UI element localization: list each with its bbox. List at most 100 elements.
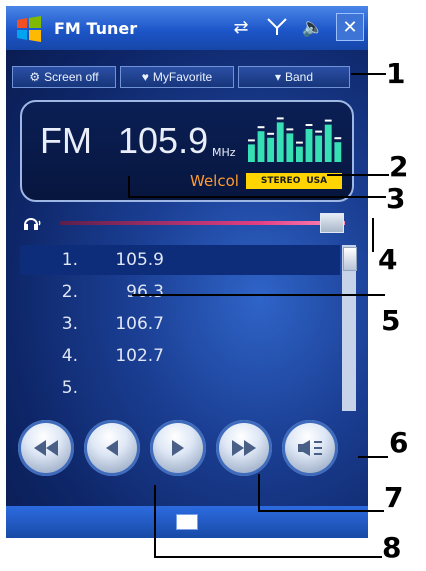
callout-line-2 [327, 174, 389, 176]
spectrum-bar [267, 137, 275, 162]
callout-line-1 [351, 73, 386, 75]
title-bar-icons: ⇄ 🔈 ✕ [228, 13, 364, 41]
prev-icon [106, 440, 118, 456]
band-label: FM [40, 120, 92, 161]
next-icon [172, 440, 184, 456]
frequency-value: 105.9 [118, 120, 209, 161]
callout-1: 1 [386, 57, 406, 90]
spectrum-peak [305, 124, 313, 126]
station-frequency: 96.3 [126, 282, 164, 302]
band-button[interactable]: ▾ Band [238, 66, 350, 88]
callout-line-5 [132, 294, 385, 296]
spectrum-peak [248, 139, 255, 142]
station-frequency: 102.7 [115, 346, 164, 366]
station-number: 4. [61, 346, 78, 366]
callout-line-3b [128, 196, 386, 198]
spectrum-bar [324, 124, 332, 162]
station-list-item[interactable]: 1. 105.9 [20, 245, 340, 275]
fast-forward-button[interactable] [216, 420, 272, 476]
rewind-button[interactable] [18, 420, 74, 476]
station-list-item[interactable]: 5. [20, 373, 340, 403]
spectrum-bar [257, 131, 265, 162]
station-number: 5. [61, 378, 78, 398]
station-list-item[interactable]: 3. 106.7 [20, 309, 340, 339]
station-frequency: 106.7 [115, 314, 164, 334]
station-list: 1. 105.9 2. 96.3 3. 106.7 4. 102.7 5. [20, 245, 340, 405]
station-list-item[interactable]: 2. 96.3 [20, 277, 340, 307]
volume-slider[interactable] [60, 221, 345, 225]
callout-5: 5 [381, 304, 401, 337]
spectrum-peak [296, 141, 303, 144]
fast-forward-icon [232, 440, 256, 456]
volume-thumb[interactable] [319, 213, 344, 233]
scroll-thumb[interactable] [343, 247, 357, 271]
station-number: 2. [61, 282, 78, 302]
band-label: Band [285, 70, 314, 84]
spectrum-peak [286, 128, 294, 131]
speaker-icon[interactable]: 🔈 [300, 13, 326, 41]
prev-button[interactable] [84, 420, 140, 476]
callout-line-7b [258, 510, 384, 512]
close-icon: ✕ [342, 16, 358, 38]
spectrum-bar [334, 142, 342, 162]
callout-line-7a [258, 474, 260, 512]
callout-8: 8 [382, 531, 402, 564]
spectrum-peak [267, 132, 275, 135]
signal-icon[interactable] [264, 13, 290, 41]
spectrum-peak [324, 119, 332, 122]
sync-icon[interactable]: ⇄ [228, 13, 254, 41]
playback-controls [18, 420, 368, 488]
spectrum-bar [248, 144, 255, 162]
station-list-item[interactable]: 4. 102.7 [20, 341, 340, 371]
spectrum-peak [276, 117, 284, 120]
station-number: 3. [61, 314, 78, 334]
callout-line-4 [372, 218, 374, 252]
callout-line-6 [358, 456, 388, 458]
spectrum-peak [257, 126, 265, 129]
callout-7: 7 [384, 481, 404, 514]
callout-3: 3 [386, 182, 406, 215]
screen-off-button[interactable]: ⚙ Screen off [12, 66, 116, 88]
frequency-display: FM 105.9 MHz Welcol STEREO USA [20, 100, 354, 202]
spectrum-bar [315, 135, 323, 162]
callout-line-8a [154, 485, 156, 558]
spectrum-bar [296, 146, 303, 162]
menu-bar: ⚙ Screen off ♥ MyFavorite ▾ Band [12, 66, 357, 90]
list-scrollbar[interactable] [342, 245, 357, 411]
callout-6: 6 [389, 426, 409, 459]
station-number: 1. [61, 250, 78, 270]
app-title: FM Tuner [54, 18, 138, 38]
chevron-down-icon: ▾ [274, 70, 281, 84]
spectrum-meter [248, 117, 342, 162]
favorite-label: MyFavorite [152, 70, 213, 84]
device: FM Tuner ⇄ 🔈 ✕ ⚙ Screen off ♥ MyFavorite… [0, 0, 426, 571]
screen: FM Tuner ⇄ 🔈 ✕ ⚙ Screen off ♥ MyFavorite… [6, 6, 368, 538]
next-button[interactable] [150, 420, 206, 476]
screen-off-label: Screen off [44, 70, 99, 84]
mute-button[interactable] [282, 420, 338, 476]
title-bar: FM Tuner ⇄ 🔈 ✕ [6, 6, 368, 50]
gear-icon: ⚙ [29, 70, 41, 84]
callout-line-8b [154, 556, 382, 558]
stereo-label: STEREO [260, 176, 301, 186]
rds-text: Welcol [190, 172, 239, 190]
region-label: USA [306, 176, 328, 186]
volume-row [20, 212, 365, 234]
frequency-unit: MHz [212, 146, 236, 159]
callout-4: 4 [378, 243, 398, 276]
spectrum-bar [305, 129, 313, 162]
spectrum-bar [286, 133, 294, 162]
station-frequency: 105.9 [115, 250, 164, 270]
heart-icon: ♥ [141, 70, 149, 84]
close-button[interactable]: ✕ [336, 13, 364, 41]
keyboard-icon[interactable] [176, 514, 198, 530]
callout-2: 2 [389, 150, 409, 183]
headphone-icon [22, 214, 42, 232]
fast-rewind-icon [34, 440, 58, 456]
windows-logo-icon[interactable] [12, 11, 46, 45]
spectrum-peak [334, 137, 342, 140]
callout-line-3a [128, 176, 130, 198]
favorite-button[interactable]: ♥ MyFavorite [120, 66, 234, 88]
speaker-mute-icon [298, 440, 322, 456]
spectrum-bar [276, 122, 284, 162]
